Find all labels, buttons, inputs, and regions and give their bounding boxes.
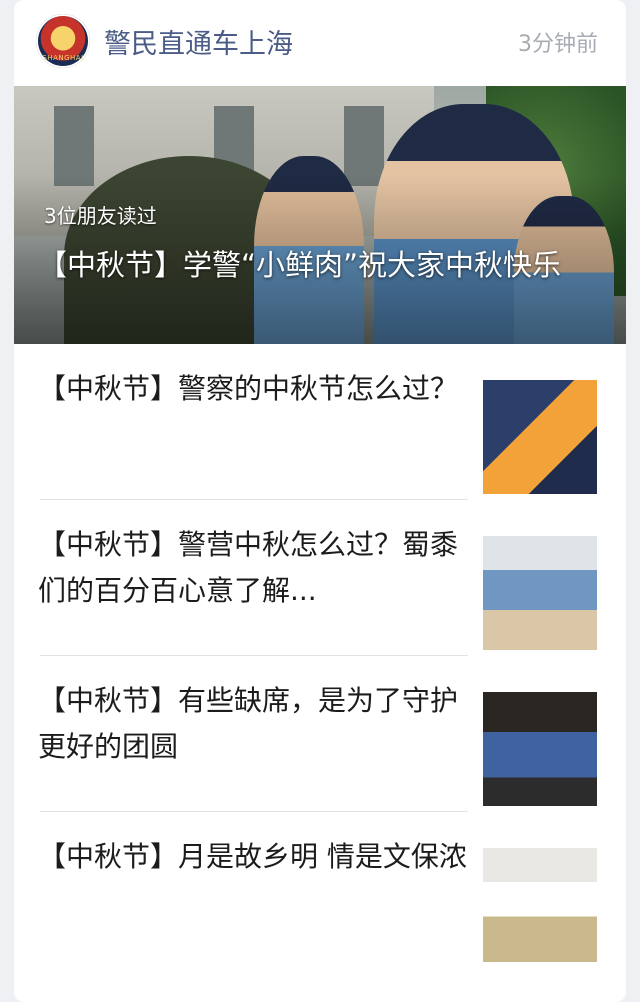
post-time: 3分钟前: [518, 32, 598, 57]
article-item[interactable]: 【中秋节】月是故乡明 情是文保浓: [14, 812, 626, 968]
article-title: 【中秋节】警营中秋怎么过？蜀黍们的百分百心意了解...: [38, 528, 459, 607]
article-item[interactable]: 【中秋节】警营中秋怎么过？蜀黍们的百分百心意了解...: [14, 500, 626, 656]
article-item[interactable]: 【中秋节】有些缺席，是为了守护更好的团圆: [14, 656, 626, 812]
police-badge-icon: SHANGHAI: [42, 54, 84, 62]
article-thumbnail: [483, 848, 597, 962]
article-card: SHANGHAI 警民直通车上海 3分钟前 3位朋友读过 【中秋节】学警“小鲜肉…: [14, 0, 626, 1002]
friends-read-count: 3位朋友读过: [44, 204, 157, 228]
article-thumbnail: [483, 692, 597, 806]
article-title: 【中秋节】警察的中秋节怎么过？: [38, 372, 459, 405]
account-avatar[interactable]: SHANGHAI: [36, 14, 90, 68]
article-title: 【中秋节】月是故乡明 情是文保浓: [38, 840, 467, 873]
article-thumbnail: [483, 380, 597, 494]
account-header[interactable]: SHANGHAI 警民直通车上海 3分钟前: [14, 0, 626, 84]
article-thumbnail: [483, 536, 597, 650]
hero-article[interactable]: 3位朋友读过 【中秋节】学警“小鲜肉”祝大家中秋快乐: [14, 86, 626, 344]
hero-article-title: 【中秋节】学警“小鲜肉”祝大家中秋快乐: [38, 248, 562, 282]
account-name[interactable]: 警民直通车上海: [104, 22, 293, 61]
article-item[interactable]: 【中秋节】警察的中秋节怎么过？: [14, 344, 626, 500]
article-title: 【中秋节】有些缺席，是为了守护更好的团圆: [38, 684, 459, 763]
